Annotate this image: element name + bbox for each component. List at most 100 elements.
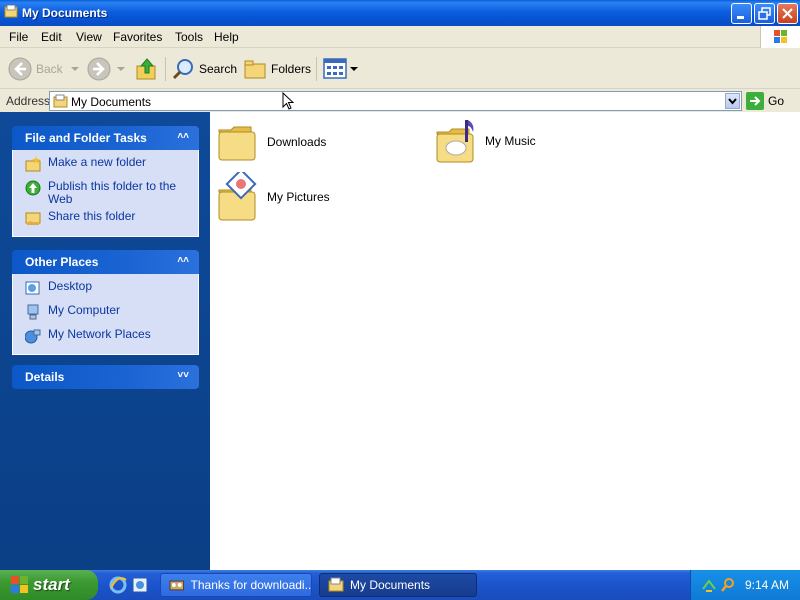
task-make-new-folder[interactable]: Make a new folder xyxy=(25,156,188,176)
taskbar-task-download[interactable]: Thanks for downloadi... xyxy=(160,573,312,597)
collapse-icon[interactable]: ˄˄ xyxy=(177,255,189,266)
task-label: Thanks for downloadi... xyxy=(190,578,311,592)
menu-tools[interactable]: Tools xyxy=(175,30,203,44)
expand-icon[interactable]: ˅˅ xyxy=(177,370,189,381)
menu-edit[interactable]: Edit xyxy=(41,30,62,44)
menu-file[interactable]: File xyxy=(9,30,28,44)
internet-explorer-icon[interactable] xyxy=(109,576,127,594)
details-panel: Details ˅˅ xyxy=(12,365,199,389)
folder-icon xyxy=(53,94,68,108)
menu-help[interactable]: Help xyxy=(214,30,239,44)
details-header[interactable]: Details ˅˅ xyxy=(12,365,199,389)
address-label: Address xyxy=(6,94,51,108)
collapse-icon[interactable]: ˄˄ xyxy=(177,131,189,142)
place-desktop[interactable]: Desktop xyxy=(25,280,188,300)
up-folder-icon xyxy=(136,58,156,80)
place-my-network-places[interactable]: My Network Places xyxy=(25,328,188,348)
address-dropdown-button[interactable] xyxy=(725,93,740,109)
folders-icon xyxy=(244,60,266,79)
network-icon xyxy=(25,329,41,344)
folders-button[interactable]: Folders xyxy=(243,55,311,83)
windows-flag-icon xyxy=(774,30,787,43)
window-title: My Documents xyxy=(22,6,108,20)
panel-title: File and Folder Tasks xyxy=(25,131,147,145)
show-desktop-icon[interactable] xyxy=(131,576,149,594)
folder-downloads[interactable]: Downloads xyxy=(217,122,326,162)
menu-favorites[interactable]: Favorites xyxy=(113,30,162,44)
task-share-folder[interactable]: Share this folder xyxy=(25,210,188,230)
search-button[interactable]: Search xyxy=(171,55,237,83)
chevron-down-icon xyxy=(117,67,125,71)
search-tray-icon[interactable] xyxy=(720,577,736,593)
go-button[interactable]: Go xyxy=(746,91,796,111)
windows-logo xyxy=(760,26,800,48)
forward-arrow-icon xyxy=(87,57,111,81)
task-publish-folder[interactable]: Publish this folder to the Web xyxy=(25,180,188,206)
views-button[interactable] xyxy=(323,55,359,83)
mouse-cursor-icon xyxy=(282,92,295,110)
go-label: Go xyxy=(768,94,785,108)
network-tray-icon[interactable] xyxy=(701,577,717,593)
go-arrow-icon xyxy=(746,92,764,110)
folder-my-pictures[interactable]: My Pictures xyxy=(217,172,330,222)
close-icon xyxy=(782,8,793,19)
system-tray: 9:14 AM xyxy=(690,570,800,600)
item-label: My Pictures xyxy=(267,190,330,204)
back-button[interactable]: Back xyxy=(8,55,81,83)
taskbar-task-my-documents[interactable]: My Documents xyxy=(319,573,477,597)
other-places-panel: Other Places ˄˄ Desktop My Computer My N… xyxy=(12,250,199,355)
pictures-folder-icon xyxy=(218,172,257,221)
chevron-down-icon xyxy=(70,67,79,71)
task-label: My Documents xyxy=(350,578,431,592)
download-window-icon xyxy=(169,580,185,591)
folder-icon xyxy=(218,126,256,161)
panel-body: Desktop My Computer My Network Places xyxy=(12,274,199,355)
maximize-button[interactable] xyxy=(754,3,775,24)
folder-my-music[interactable]: My Music xyxy=(435,118,536,164)
chevron-down-icon xyxy=(350,67,358,71)
panel-title: Other Places xyxy=(25,255,99,269)
file-folder-tasks-header[interactable]: File and Folder Tasks ˄˄ xyxy=(12,126,199,150)
up-folder-button[interactable] xyxy=(135,55,159,83)
place-label: Desktop xyxy=(48,279,93,293)
toolbar-separator xyxy=(316,57,317,81)
back-arrow-icon xyxy=(8,57,32,81)
place-my-computer[interactable]: My Computer xyxy=(25,304,188,324)
address-input[interactable]: My Documents xyxy=(49,91,742,111)
forward-button[interactable] xyxy=(87,55,127,83)
item-label: Downloads xyxy=(267,135,327,149)
item-label: My Music xyxy=(485,134,536,148)
start-label: start xyxy=(33,575,70,594)
views-icon xyxy=(323,58,347,79)
task-label: Publish this folder to the Web xyxy=(48,179,177,206)
panel-title: Details xyxy=(25,370,65,384)
minimize-icon xyxy=(737,16,744,19)
close-button[interactable] xyxy=(777,3,798,24)
share-folder-icon xyxy=(25,212,41,225)
task-pane: File and Folder Tasks ˄˄ Make a new fold… xyxy=(0,112,210,570)
computer-icon xyxy=(27,304,39,320)
restore-icon xyxy=(758,7,771,20)
minimize-button[interactable] xyxy=(731,3,752,24)
search-label: Search xyxy=(199,62,238,76)
clock: 9:14 AM xyxy=(745,578,790,592)
chevron-down-icon xyxy=(728,98,737,105)
title-bar[interactable]: My Documents xyxy=(0,0,800,26)
search-icon xyxy=(172,59,193,80)
music-folder-icon xyxy=(436,120,474,163)
file-view: Downloads My Music My Pictures xyxy=(210,112,800,570)
task-label: Make a new folder xyxy=(48,155,147,169)
panel-body: Make a new folder Publish this folder to… xyxy=(12,150,199,237)
start-button[interactable]: start xyxy=(0,570,98,600)
address-bar: Address My Documents Go xyxy=(0,90,800,112)
folder-icon xyxy=(4,5,18,18)
other-places-header[interactable]: Other Places ˄˄ xyxy=(12,250,199,274)
place-label: My Computer xyxy=(48,303,121,317)
windows-flag-icon xyxy=(11,576,28,593)
new-folder-icon xyxy=(25,156,41,172)
task-label: Share this folder xyxy=(48,209,136,223)
publish-web-icon xyxy=(25,180,41,196)
desktop-icon xyxy=(25,281,40,295)
file-folder-tasks-panel: File and Folder Tasks ˄˄ Make a new fold… xyxy=(12,126,199,237)
menu-view[interactable]: View xyxy=(76,30,102,44)
